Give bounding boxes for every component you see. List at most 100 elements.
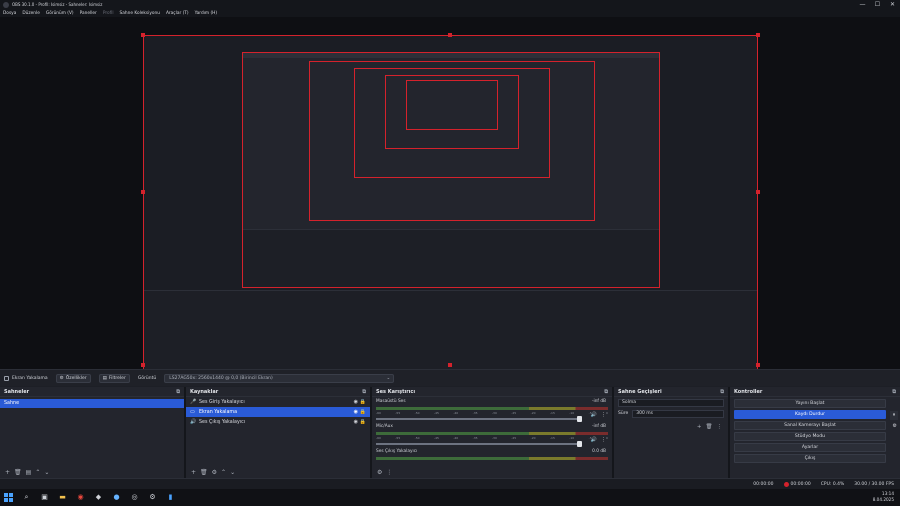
nested-docks	[243, 229, 659, 287]
menu-scene-collection[interactable]: Sahne Koleksiyonu	[120, 11, 160, 16]
source-item[interactable]: ▭ Ekran Yakalama ◉ 🔒	[186, 407, 370, 417]
search-icon[interactable]: ⌕	[22, 493, 31, 502]
meter-ticks: -60 -55 -50 -45 -40 -35 -30 -25 -20 -15 -10 -5 0	[376, 436, 608, 440]
menu-docks[interactable]: Paneller	[80, 11, 97, 16]
gear-icon[interactable]: ⚙	[212, 469, 217, 476]
nested-toolbar	[243, 53, 659, 58]
nested-capture-2	[309, 61, 595, 221]
dock-undock-icon[interactable]: ⧉	[892, 389, 896, 395]
eye-icon[interactable]: ◉	[354, 399, 358, 405]
eye-icon[interactable]: ◉	[354, 419, 358, 425]
controls-header: Kontroller ⧉	[730, 387, 900, 397]
gear-icon[interactable]: ⚙	[893, 423, 897, 429]
tick-label: -20	[530, 411, 536, 415]
resize-handle[interactable]	[448, 363, 452, 367]
mixer-footer: ⚙ ⋮	[372, 467, 612, 478]
filter-icon[interactable]: ▤	[26, 469, 32, 476]
add-icon[interactable]: +	[697, 424, 702, 430]
lock-icon[interactable]: 🔒	[360, 409, 366, 415]
dock-undock-icon[interactable]: ⧉	[720, 389, 724, 395]
lock-icon[interactable]: 🔒	[360, 419, 366, 425]
menu-view[interactable]: Görünüm (V)	[46, 11, 74, 16]
preview-area[interactable]	[0, 17, 900, 383]
duration-input[interactable]: 300 ms	[632, 409, 724, 418]
dock-undock-icon[interactable]: ⧉	[176, 389, 180, 395]
resize-handle[interactable]	[141, 363, 145, 367]
chrome-icon[interactable]: ◉	[76, 493, 85, 502]
chevron-down-icon[interactable]: ⌄	[230, 469, 235, 476]
scenes-header: Sahneler ⧉	[0, 387, 184, 397]
menu-tools[interactable]: Araçlar (T)	[166, 11, 189, 16]
tick-label: -35	[472, 411, 478, 415]
chevron-up-icon[interactable]: ⌃	[221, 469, 226, 476]
app2-icon[interactable]: ▮	[166, 493, 175, 502]
mixer-channel: Mic/Aux -inf dB -60 -55 -50 -45 -40 -35 -30 -25…	[372, 422, 612, 447]
resize-handle[interactable]	[141, 190, 145, 194]
resize-handle[interactable]	[756, 190, 760, 194]
more-icon[interactable]: ⋮	[601, 412, 606, 418]
gear-icon[interactable]: ⚙	[377, 469, 382, 476]
folder-icon[interactable]: ▬	[58, 493, 67, 502]
files-icon[interactable]: ▣	[40, 493, 49, 502]
transition-select[interactable]: Solma	[618, 398, 724, 407]
close-button[interactable]: ✕	[885, 0, 900, 9]
menu-edit[interactable]: Düzenle	[22, 11, 40, 16]
more-icon[interactable]: ⋮	[386, 469, 392, 476]
add-icon[interactable]: +	[191, 469, 196, 476]
dock-undock-icon[interactable]: ⧉	[604, 389, 608, 395]
maximize-button[interactable]: ☐	[870, 0, 885, 9]
preview-canvas[interactable]	[143, 35, 758, 383]
settings-button[interactable]: Ayarlar	[734, 443, 886, 452]
trash-icon[interactable]: 🗑	[14, 469, 22, 476]
start-icon[interactable]	[4, 493, 13, 502]
studio-mode-button[interactable]: Stüdyo Modu	[734, 432, 886, 441]
taskbar-clock[interactable]: 13:14 8.04.2025	[873, 491, 894, 503]
lock-icon[interactable]: 🔒	[360, 399, 366, 405]
trash-icon[interactable]: 🗑	[200, 469, 208, 476]
volume-meter	[376, 432, 608, 435]
minimize-button[interactable]: —	[855, 0, 870, 9]
start-virtual-camera-button[interactable]: Sanal Kamerayı Başlat	[734, 421, 886, 430]
speaker-icon[interactable]: 🔊	[591, 412, 597, 418]
chevron-up-icon[interactable]: ⌃	[35, 469, 40, 476]
trash-icon[interactable]: 🗑	[706, 424, 713, 430]
dock-undock-icon[interactable]: ⧉	[362, 389, 366, 395]
settings-icon[interactable]: ⚙	[148, 493, 157, 502]
start-streaming-button[interactable]: Yayını Başlat	[734, 399, 886, 408]
more-icon[interactable]: ⋮	[601, 437, 606, 443]
transitions-header: Sahne Geçişleri ⧉	[614, 387, 728, 397]
menu-help[interactable]: Yardım (H)	[195, 11, 217, 16]
resize-handle[interactable]	[756, 33, 760, 37]
properties-button[interactable]: ⚙ Özellikler	[55, 373, 91, 383]
tick-label: -25	[511, 411, 517, 415]
volume-meter	[376, 407, 608, 410]
eye-icon[interactable]: ◉	[354, 409, 358, 415]
channel-db: 0.0 dB	[592, 449, 606, 454]
app-icon[interactable]: ◆	[94, 493, 103, 502]
stop-recording-button[interactable]: Kaydı Durdur	[734, 410, 886, 419]
resize-handle[interactable]	[756, 363, 760, 367]
exit-button[interactable]: Çıkış	[734, 454, 886, 463]
record-dot-icon	[783, 481, 789, 487]
add-icon[interactable]: +	[5, 469, 10, 476]
menu-profile[interactable]: Profil	[103, 11, 114, 16]
tick-label: -50	[414, 411, 420, 415]
scene-item[interactable]: Sahne	[0, 399, 184, 408]
menu-file[interactable]: Dosya	[3, 11, 16, 16]
obs-icon[interactable]: ◎	[130, 493, 139, 502]
tick-label: -25	[511, 436, 517, 440]
speaker-icon[interactable]: 🔊	[591, 437, 597, 443]
chevron-down-icon[interactable]: ⌄	[44, 469, 49, 476]
pause-icon[interactable]: ⏸	[890, 411, 898, 420]
volume-slider[interactable]	[376, 441, 583, 447]
resize-handle[interactable]	[141, 33, 145, 37]
filters-button[interactable]: ▤ Filtreler	[98, 373, 130, 383]
resize-handle[interactable]	[448, 33, 452, 37]
source-item[interactable]: 🎤 Ses Giriş Yakalayıcı ◉ 🔒	[186, 397, 370, 407]
source-item[interactable]: 🔊 Ses Çıkış Yakalayıcı ◉ 🔒	[186, 417, 370, 427]
display-select[interactable]: LS27AG50x: 2560x1440 @ 0,0 (Birincil Ekr…	[164, 373, 395, 383]
volume-slider[interactable]	[376, 416, 583, 422]
more-icon[interactable]: ⋮	[717, 424, 723, 430]
tick-label: -20	[530, 436, 536, 440]
steam-icon[interactable]: ●	[112, 493, 121, 502]
